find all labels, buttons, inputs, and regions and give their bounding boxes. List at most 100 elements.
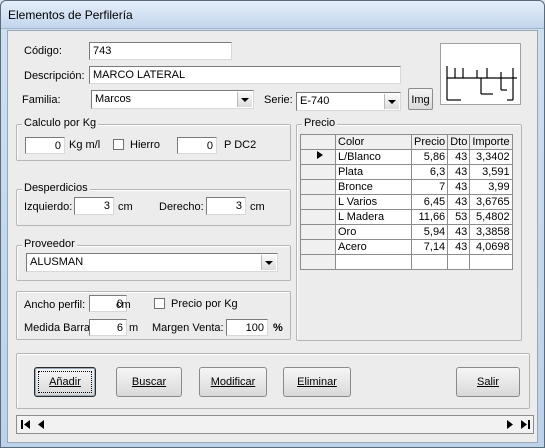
table-cell[interactable]: Bronce — [335, 179, 412, 195]
table-row[interactable]: Bronce 7 43 3,99 — [300, 179, 513, 195]
column-header[interactable]: Precio — [410, 134, 449, 150]
codigo-label: Código: — [24, 45, 62, 57]
table-cell[interactable]: 3,99 — [469, 179, 513, 195]
column-header[interactable]: Dto — [447, 134, 471, 150]
img-button[interactable]: Img — [408, 88, 433, 110]
table-cell[interactable]: 5,4802 — [469, 209, 513, 225]
price-table: Color Precio Dto Importe L/Blanco 5,86 43 3… — [300, 134, 513, 270]
table-cell[interactable]: 6,3 — [410, 164, 449, 180]
margen-label: Margen Venta: — [152, 322, 224, 334]
kg-unit-label: Kg m/l — [69, 139, 101, 151]
next-record-icon[interactable] — [503, 417, 516, 432]
precio-kg-checkbox[interactable] — [154, 298, 165, 309]
search-button[interactable]: Buscar — [116, 367, 182, 397]
derecho-input[interactable]: 3 — [206, 197, 246, 215]
table-cell[interactable]: Acero — [335, 239, 412, 255]
familia-select[interactable]: Marcos — [91, 90, 254, 109]
table-cell[interactable]: 53 — [447, 209, 471, 225]
table-row[interactable]: L Madera 11,66 53 5,4802 — [300, 209, 513, 225]
serie-select[interactable]: E-740 — [296, 92, 401, 111]
window-title: Elementos de Perfilería — [8, 8, 133, 22]
table-cell[interactable]: L Madera — [335, 209, 412, 225]
add-button[interactable]: Añadir — [34, 367, 96, 397]
medida-barra-input[interactable]: 6 — [89, 319, 127, 336]
serie-value: E-740 — [300, 95, 330, 107]
table-row[interactable]: Plata 6,3 43 3,591 — [300, 164, 513, 180]
table-cell[interactable]: 43 — [447, 149, 471, 165]
record-navigator — [16, 415, 534, 434]
proveedor-select[interactable]: ALUSMAN — [26, 253, 278, 272]
hierro-checkbox[interactable] — [113, 139, 124, 150]
margen-input[interactable]: 100 — [226, 319, 268, 336]
table-cell[interactable]: 43 — [447, 239, 471, 255]
precio-title: Precio — [302, 117, 338, 129]
table-cell[interactable]: 3,6765 — [469, 194, 513, 210]
ancho-label: Ancho perfil: — [24, 299, 86, 311]
focus-rect — [38, 371, 92, 393]
table-row[interactable]: Oro 5,94 43 3,3858 — [300, 224, 513, 240]
pdc-label: P DC2 — [224, 139, 257, 151]
table-row[interactable]: L Varios 6,45 43 3,6765 — [300, 194, 513, 210]
app-window: Elementos de Perfilería Código: 743 Desc… — [0, 0, 545, 448]
table-cell[interactable]: 3,3402 — [469, 149, 513, 165]
empty-table-row — [300, 254, 513, 270]
chevron-down-icon[interactable] — [237, 92, 252, 107]
delete-button[interactable]: Eliminar — [283, 367, 351, 397]
exit-button[interactable]: Salir — [456, 367, 520, 397]
empty-cell — [447, 254, 471, 270]
table-cell[interactable]: 7 — [410, 179, 449, 195]
table-cell[interactable]: 5,86 — [410, 149, 449, 165]
table-cell[interactable]: 11,66 — [410, 209, 449, 225]
table-cell[interactable]: L/Blanco — [335, 149, 412, 165]
table-cell[interactable]: 3,3858 — [469, 224, 513, 240]
proveedor-title: Proveedor — [22, 238, 77, 250]
row-selector[interactable] — [300, 179, 336, 195]
chevron-down-icon[interactable] — [384, 94, 399, 109]
table-cell[interactable]: 3,591 — [469, 164, 513, 180]
precio-kg-label: Precio por Kg — [171, 298, 238, 310]
table-row[interactable]: L/Blanco 5,86 43 3,3402 — [300, 149, 513, 165]
table-cell[interactable]: Plata — [335, 164, 412, 180]
table-cell[interactable]: 7,14 — [410, 239, 449, 255]
proveedor-value: ALUSMAN — [30, 256, 84, 268]
table-cell[interactable]: L Varios — [335, 194, 412, 210]
row-selector[interactable] — [300, 209, 336, 225]
row-selector[interactable] — [300, 239, 336, 255]
column-header[interactable]: Importe — [469, 134, 513, 150]
table-cell[interactable]: 43 — [447, 224, 471, 240]
hierro-label: Hierro — [130, 139, 160, 151]
derecho-unit: cm — [250, 201, 265, 213]
chevron-down-icon[interactable] — [261, 255, 276, 270]
column-header[interactable]: Color — [335, 134, 412, 150]
table-cell[interactable]: 43 — [447, 179, 471, 195]
derecho-label: Derecho: — [159, 201, 204, 213]
codigo-input[interactable]: 743 — [89, 42, 232, 60]
table-cell[interactable]: Oro — [335, 224, 412, 240]
table-cell[interactable]: 5,94 — [410, 224, 449, 240]
izquierdo-label: Izquierdo: — [24, 201, 73, 213]
table-row[interactable]: Acero 7,14 43 4,0698 — [300, 239, 513, 255]
profile-preview-image — [440, 43, 521, 105]
row-selector[interactable] — [300, 194, 336, 210]
table-cell[interactable]: 6,45 — [410, 194, 449, 210]
familia-label: Familia: — [22, 94, 61, 106]
izquierdo-input[interactable]: 3 — [74, 197, 114, 215]
current-row-indicator-icon[interactable] — [300, 149, 336, 165]
row-selector[interactable] — [300, 164, 336, 180]
empty-cell — [410, 254, 449, 270]
calculo-title: Calculo por Kg — [22, 117, 99, 129]
last-record-icon[interactable] — [519, 417, 532, 432]
kg-input[interactable]: 0 — [25, 137, 65, 154]
table-cell[interactable]: 4,0698 — [469, 239, 513, 255]
familia-value: Marcos — [95, 93, 132, 105]
pdc-input[interactable]: 0 — [177, 137, 217, 154]
margen-unit: % — [273, 322, 283, 334]
table-cell[interactable]: 43 — [447, 164, 471, 180]
descripcion-input[interactable]: MARCO LATERAL — [89, 66, 401, 84]
prev-record-icon[interactable] — [35, 417, 48, 432]
modify-button[interactable]: Modificar — [199, 367, 267, 397]
row-selector[interactable] — [300, 224, 336, 240]
table-cell[interactable]: 43 — [447, 194, 471, 210]
medida-barra-unit: m — [129, 322, 139, 334]
first-record-icon[interactable] — [19, 417, 32, 432]
